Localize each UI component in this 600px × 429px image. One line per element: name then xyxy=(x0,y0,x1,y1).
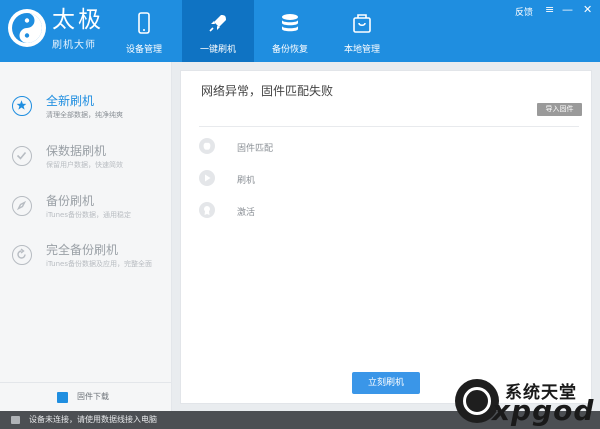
tab-one-click-flash[interactable]: 一键刷机 xyxy=(182,0,254,62)
firmware-download-button[interactable]: 固件下载 xyxy=(0,382,172,411)
tab-local-manage[interactable]: 本地管理 xyxy=(326,0,398,62)
watermark-bottom: xpgod xyxy=(492,394,595,427)
tab-label: 本地管理 xyxy=(343,45,380,55)
sidebar-item-full-backup-flash[interactable]: 完全备份刷机 iTunes备份数据及应用，完整全面 xyxy=(0,237,172,285)
menu-icon[interactable]: ≡ xyxy=(545,3,554,16)
sidebar-item-fresh-flash[interactable]: 全新刷机 清理全部数据，纯净纯爽 xyxy=(0,88,172,136)
sidebar-item-title: 保数据刷机 xyxy=(46,144,107,158)
step-label: 固件匹配 xyxy=(237,144,274,154)
sidebar-item-title: 备份刷机 xyxy=(46,194,95,208)
sidebar-item-backup-flash[interactable]: 备份刷机 iTunes备份数据，通用稳定 xyxy=(0,188,172,236)
compass-icon xyxy=(12,196,32,216)
firmware-download-label: 固件下载 xyxy=(77,392,109,401)
device-icon xyxy=(11,416,20,424)
page-title: 网络异常，固件匹配失败 xyxy=(201,84,334,98)
rocket-icon xyxy=(209,15,226,32)
check-icon xyxy=(12,146,32,166)
flash-now-button[interactable]: 立刻刷机 xyxy=(352,372,420,394)
close-icon[interactable]: ✕ xyxy=(583,3,592,16)
sidebar-item-desc: 保留用户数据，快速简效 xyxy=(46,161,123,169)
cube-icon xyxy=(57,392,68,403)
status-text: 设备未连接，请使用数据线接入电脑 xyxy=(29,415,157,424)
phone-icon xyxy=(138,12,150,34)
sidebar-item-desc: iTunes备份数据及应用，完整全面 xyxy=(46,260,152,268)
main-panel: 网络异常，固件匹配失败 导入固件 固件匹配 刷机 激活 立刻刷机 xyxy=(180,70,592,404)
sidebar-item-desc: 清理全部数据，纯净纯爽 xyxy=(46,111,123,119)
sidebar-item-keep-data-flash[interactable]: 保数据刷机 保留用户数据，快速简效 xyxy=(0,138,172,186)
logo-icon xyxy=(8,9,46,47)
database-icon xyxy=(282,14,298,32)
tab-label: 设备管理 xyxy=(125,45,162,55)
tab-label: 备份恢复 xyxy=(271,45,308,55)
badge-icon xyxy=(199,202,215,218)
step-label: 刷机 xyxy=(237,176,256,186)
brand-title: 太极 xyxy=(52,7,104,33)
apple-icon xyxy=(199,138,215,154)
brand-subtitle: 刷机大师 xyxy=(52,40,96,51)
step-label: 激活 xyxy=(237,208,256,218)
play-icon xyxy=(199,170,215,186)
sidebar-item-title: 全新刷机 xyxy=(46,94,95,108)
sidebar: 全新刷机 清理全部数据，纯净纯爽 保数据刷机 保留用户数据，快速简效 备份刷机 … xyxy=(0,62,172,411)
minimize-icon[interactable]: — xyxy=(562,3,573,16)
sidebar-item-title: 完全备份刷机 xyxy=(46,243,119,257)
refresh-icon xyxy=(12,245,32,265)
tab-label: 一键刷机 xyxy=(199,45,236,55)
import-firmware-button[interactable]: 导入固件 xyxy=(537,103,582,116)
sidebar-item-desc: iTunes备份数据，通用稳定 xyxy=(46,211,131,219)
feedback-link[interactable]: 反馈 xyxy=(515,5,533,18)
bag-icon xyxy=(353,14,371,33)
top-bar: 太极 刷机大师 设备管理 一键刷机 备份恢复 本地管理 反馈 ≡ — ✕ xyxy=(0,0,600,62)
star-icon xyxy=(12,96,32,116)
tab-backup-restore[interactable]: 备份恢复 xyxy=(254,0,326,62)
divider xyxy=(199,126,579,127)
tab-device-manage[interactable]: 设备管理 xyxy=(108,0,180,62)
